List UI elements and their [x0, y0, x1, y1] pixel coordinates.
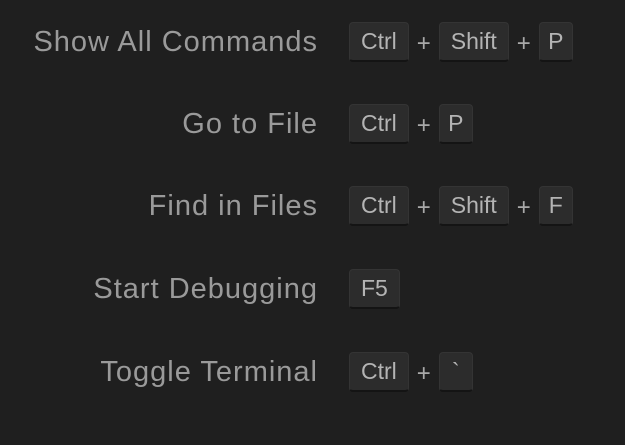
plus-separator: + [416, 194, 431, 221]
key-ctrl: Ctrl [349, 352, 409, 392]
key-ctrl: Ctrl [349, 104, 409, 144]
key-f5: F5 [349, 269, 400, 309]
key-shift: Shift [438, 186, 509, 226]
keybinding: Ctrl + P [349, 102, 473, 146]
command-label: Show All Commands [33, 26, 318, 58]
plus-separator: + [516, 194, 531, 221]
plus-separator: + [416, 112, 431, 139]
plus-separator: + [516, 30, 531, 57]
key-backtick: ` [438, 352, 473, 392]
plus-separator: + [416, 360, 431, 387]
shortcut-row-find-in-files: Find in Files Ctrl + Shift + F [0, 184, 625, 228]
key-p: P [438, 104, 473, 144]
command-label: Go to File [182, 108, 318, 140]
plus-separator: + [416, 30, 431, 57]
shortcut-row-go-to-file: Go to File Ctrl + P [0, 102, 625, 146]
shortcut-row-start-debugging: Start Debugging F5 [0, 267, 625, 311]
key-p: P [538, 22, 573, 62]
keybinding: Ctrl + Shift + F [349, 184, 573, 228]
key-shift: Shift [438, 22, 509, 62]
command-label: Start Debugging [93, 273, 318, 305]
command-label: Toggle Terminal [100, 356, 318, 388]
shortcut-row-toggle-terminal: Toggle Terminal Ctrl + ` [0, 350, 625, 394]
shortcut-row-show-all-commands: Show All Commands Ctrl + Shift + P [0, 20, 625, 64]
key-f: F [538, 186, 573, 226]
key-ctrl: Ctrl [349, 186, 409, 226]
keybinding: F5 [349, 267, 400, 311]
command-label: Find in Files [148, 190, 318, 222]
shortcut-watermark-panel: Show All Commands Ctrl + Shift + P Go to… [0, 0, 625, 445]
key-ctrl: Ctrl [349, 22, 409, 62]
keybinding: Ctrl + ` [349, 350, 473, 394]
keybinding: Ctrl + Shift + P [349, 20, 573, 64]
